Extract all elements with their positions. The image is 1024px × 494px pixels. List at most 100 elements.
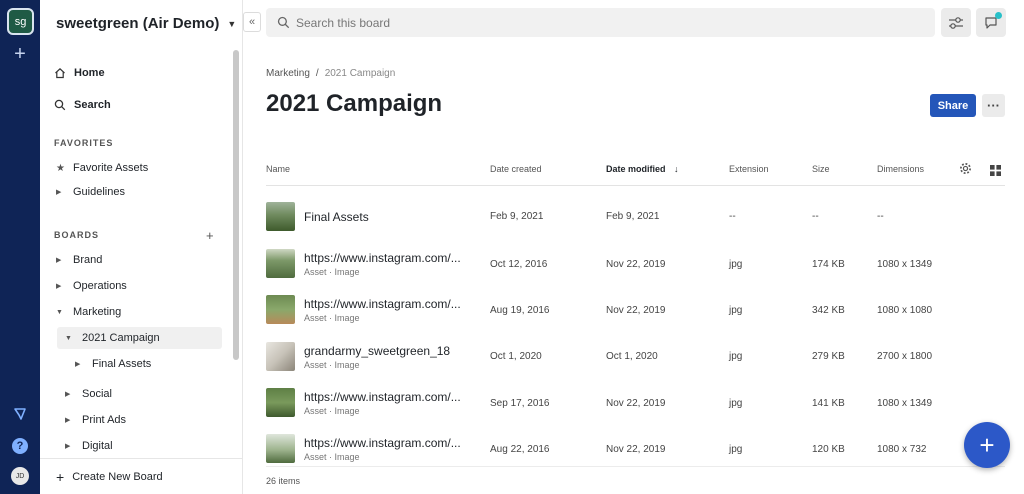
item-count: 26 items: [266, 476, 301, 486]
caret-down-icon[interactable]: ▼: [65, 335, 73, 342]
table-row[interactable]: https://www.instagram.com/... Asset · Im…: [266, 434, 1005, 470]
sidebar-item-marketing[interactable]: ▼ Marketing: [56, 301, 121, 323]
caret-down-icon[interactable]: ▼: [56, 309, 64, 316]
nav-search[interactable]: Search: [54, 99, 111, 111]
nav-search-label: Search: [74, 99, 111, 111]
column-date-created[interactable]: Date created: [490, 164, 542, 174]
nav-home[interactable]: Home: [54, 67, 105, 79]
column-date-modified[interactable]: Date modified ↓: [606, 164, 679, 174]
sidebar-item-guidelines[interactable]: ▶ Guidelines: [56, 181, 125, 203]
sidebar-scrollbar[interactable]: [233, 50, 239, 360]
sidebar-item-2021-campaign[interactable]: ▼ 2021 Campaign: [57, 327, 222, 349]
search-input[interactable]: [296, 15, 896, 30]
row-extension: jpg: [729, 351, 743, 362]
sidebar-item-final-assets[interactable]: ▶ Final Assets: [75, 353, 151, 375]
page-title: 2021 Campaign: [266, 90, 443, 117]
row-modified: Nov 22, 2019: [606, 398, 666, 409]
row-extension: jpg: [729, 259, 743, 270]
favorites-heading: FAVORITES: [54, 138, 114, 148]
row-extension: jpg: [729, 444, 743, 455]
notifications-button[interactable]: [976, 8, 1006, 37]
caret-right-icon[interactable]: ▶: [65, 442, 73, 450]
caret-right-icon[interactable]: ▶: [65, 416, 73, 424]
sidebar-item-label: Social: [82, 388, 112, 400]
row-name[interactable]: grandarmy_sweetgreen_18: [304, 344, 450, 358]
sidebar-item-label: Operations: [73, 280, 127, 292]
image-thumbnail: [266, 434, 295, 463]
column-dimensions[interactable]: Dimensions: [877, 164, 924, 174]
sidebar-item-brand[interactable]: ▶ Brand: [56, 249, 102, 271]
create-new-board-button[interactable]: + Create New Board: [40, 458, 242, 494]
add-workspace-icon[interactable]: +: [10, 44, 30, 64]
caret-right-icon[interactable]: ▶: [75, 360, 83, 368]
sidebar-item-print-ads[interactable]: ▶ Print Ads: [65, 409, 126, 431]
image-thumbnail: [266, 295, 295, 324]
table-row[interactable]: grandarmy_sweetgreen_18 Asset · Image Oc…: [266, 342, 1005, 378]
column-size[interactable]: Size: [812, 164, 830, 174]
sidebar-item-social[interactable]: ▶ Social: [65, 383, 112, 405]
collapse-sidebar-button[interactable]: «: [243, 12, 261, 32]
caret-right-icon[interactable]: ▶: [56, 256, 64, 264]
breadcrumb-parent[interactable]: Marketing: [266, 68, 310, 79]
caret-right-icon[interactable]: ▶: [65, 390, 73, 398]
sidebar-item-digital[interactable]: ▶ Digital: [65, 435, 113, 457]
row-modified: Nov 22, 2019: [606, 259, 666, 270]
search-icon: [277, 16, 290, 29]
notification-dot: [995, 12, 1002, 19]
row-extension: jpg: [729, 398, 743, 409]
sidebar-item-label: Print Ads: [82, 414, 127, 426]
whats-new-icon[interactable]: [10, 404, 30, 424]
sidebar-item-label: Favorite Assets: [73, 162, 149, 174]
row-created: Aug 19, 2016: [490, 305, 550, 316]
table-row[interactable]: https://www.instagram.com/... Asset · Im…: [266, 388, 1005, 424]
column-extension[interactable]: Extension: [729, 164, 769, 174]
row-dimensions: 2700 x 1800: [877, 351, 933, 362]
row-created: Aug 22, 2016: [490, 444, 550, 455]
help-icon[interactable]: ?: [10, 436, 30, 456]
table-row[interactable]: Final Assets Feb 9, 2021 Feb 9, 2021 -- …: [266, 202, 1005, 238]
table-row[interactable]: https://www.instagram.com/... Asset · Im…: [266, 295, 1005, 331]
image-thumbnail: [266, 388, 295, 417]
row-name[interactable]: https://www.instagram.com/...: [304, 436, 461, 450]
breadcrumb: Marketing / 2021 Campaign: [266, 68, 395, 79]
add-asset-button[interactable]: +: [964, 422, 1010, 468]
sidebar-item-label: 2021 Campaign: [82, 332, 160, 344]
user-avatar[interactable]: JD: [10, 466, 30, 486]
table-header-divider: [266, 185, 1005, 186]
search-icon: [54, 99, 66, 111]
row-meta: Asset · Image: [304, 267, 360, 277]
row-size: --: [812, 211, 819, 222]
filter-button[interactable]: [941, 8, 971, 37]
row-meta: Asset · Image: [304, 406, 360, 416]
table-row[interactable]: https://www.instagram.com/... Asset · Im…: [266, 249, 1005, 285]
row-modified: Oct 1, 2020: [606, 351, 658, 362]
row-name[interactable]: https://www.instagram.com/...: [304, 390, 461, 404]
image-thumbnail: [266, 342, 295, 371]
workspace-switcher[interactable]: sweetgreen (Air Demo) ▼: [56, 15, 236, 32]
chevron-down-icon: ▼: [227, 18, 237, 29]
board-search[interactable]: [266, 8, 935, 37]
workspace-avatar[interactable]: sg: [7, 8, 34, 35]
row-size: 279 KB: [812, 351, 845, 362]
caret-right-icon: ▶: [56, 189, 62, 196]
more-options-button[interactable]: ···: [982, 94, 1005, 117]
row-size: 342 KB: [812, 305, 845, 316]
row-created: Oct 12, 2016: [490, 259, 548, 270]
table-footer-divider: [266, 466, 1005, 467]
row-name[interactable]: https://www.instagram.com/...: [304, 251, 461, 265]
caret-right-icon[interactable]: ▶: [56, 282, 64, 290]
row-name[interactable]: Final Assets: [304, 210, 369, 224]
add-board-icon[interactable]: +: [206, 228, 214, 243]
grid-view-icon[interactable]: [990, 163, 1001, 181]
sidebar-item-favorite-assets[interactable]: ★ Favorite Assets: [56, 157, 148, 179]
share-button[interactable]: Share: [930, 94, 976, 117]
gear-icon[interactable]: [959, 162, 972, 180]
column-name[interactable]: Name: [266, 164, 290, 174]
home-icon: [55, 67, 65, 79]
sidebar-item-label: Marketing: [73, 306, 122, 318]
workspace-name: sweetgreen (Air Demo): [56, 15, 220, 32]
sidebar-item-operations[interactable]: ▶ Operations: [56, 275, 127, 297]
column-date-modified-label: Date modified: [606, 164, 666, 174]
row-name[interactable]: https://www.instagram.com/...: [304, 297, 461, 311]
breadcrumb-current: 2021 Campaign: [324, 68, 396, 79]
